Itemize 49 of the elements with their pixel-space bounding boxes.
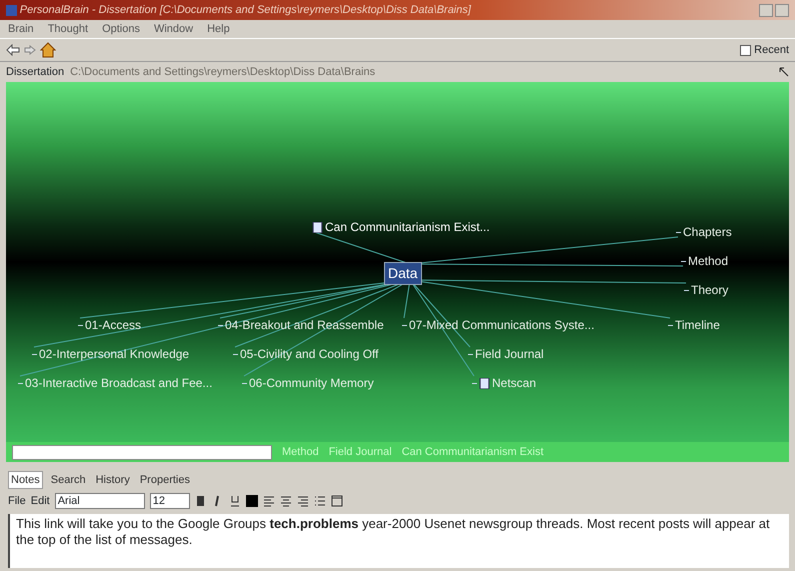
gate-mark xyxy=(472,382,477,384)
gate-mark xyxy=(402,324,407,326)
menu-item[interactable]: Window xyxy=(154,20,194,38)
thought-label[interactable]: Theory xyxy=(691,281,728,299)
notes-tab[interactable]: Properties xyxy=(138,472,192,488)
color-icon[interactable] xyxy=(246,495,258,507)
gate-mark xyxy=(242,382,247,384)
menu-item[interactable]: Brain xyxy=(8,20,34,38)
search-field[interactable] xyxy=(12,444,272,460)
underline-icon[interactable] xyxy=(228,495,241,507)
menu-item[interactable]: Help xyxy=(207,20,230,38)
app-icon xyxy=(6,4,17,16)
thought-label[interactable]: Timeline xyxy=(675,316,720,334)
thought-label[interactable]: 05-Civility and Cooling Off xyxy=(240,345,379,363)
notes-tab[interactable]: Notes xyxy=(8,470,43,490)
notes-tab[interactable]: History xyxy=(94,472,132,488)
align-center-icon[interactable] xyxy=(280,495,292,507)
notes-text: This link will take you to the Google Groups tech.problems year-2000 Usenet newsgroup threads. Most recent posts will appear at the top of the list of messages. xyxy=(8,514,789,568)
thought-label[interactable]: Can Communitarianism Exist... xyxy=(325,218,490,236)
brain-name: Dissertation xyxy=(6,64,64,80)
thought-label[interactable]: Field Journal xyxy=(475,345,544,363)
font-select[interactable]: Arial xyxy=(54,493,145,509)
size-select[interactable]: 12 xyxy=(150,493,190,509)
gate-mark xyxy=(668,324,673,326)
notes-tab[interactable]: Search xyxy=(48,472,88,488)
gate-mark xyxy=(18,382,23,384)
edit-menu[interactable]: Edit xyxy=(30,492,50,510)
gate-mark xyxy=(218,324,223,326)
thought-label[interactable]: 01-Access xyxy=(85,316,142,334)
back-arrow-icon[interactable] xyxy=(6,44,20,56)
menu-item[interactable]: Options xyxy=(102,20,140,38)
bullet-list-icon[interactable] xyxy=(314,495,326,507)
thought-label[interactable]: Chapters xyxy=(683,223,732,241)
active-thought[interactable]: Data xyxy=(384,262,422,285)
file-menu[interactable]: File xyxy=(8,492,26,510)
brain-path: C:\Documents and Settings\reymers\Desktop\Diss Data\Brains xyxy=(70,64,376,80)
menu-item[interactable]: Thought xyxy=(48,20,88,38)
recent-checkbox[interactable]: Recent xyxy=(740,42,789,58)
resize-icon[interactable] xyxy=(779,67,789,77)
window-title: PersonalBrain - Dissertation [C:\Documents and Settings\reymers\Desktop\Diss Data\Brains] xyxy=(20,2,472,18)
align-left-icon[interactable] xyxy=(262,495,275,507)
align-right-icon[interactable] xyxy=(296,495,309,507)
home-icon[interactable] xyxy=(40,42,56,58)
thought-label[interactable]: Method xyxy=(688,252,728,270)
gate-mark xyxy=(681,260,686,262)
gate-mark xyxy=(78,324,83,326)
forward-arrow-icon[interactable] xyxy=(24,45,36,55)
thought-label[interactable]: 02-Interpersonal Knowledge xyxy=(39,345,190,363)
window-icon[interactable] xyxy=(330,495,343,507)
